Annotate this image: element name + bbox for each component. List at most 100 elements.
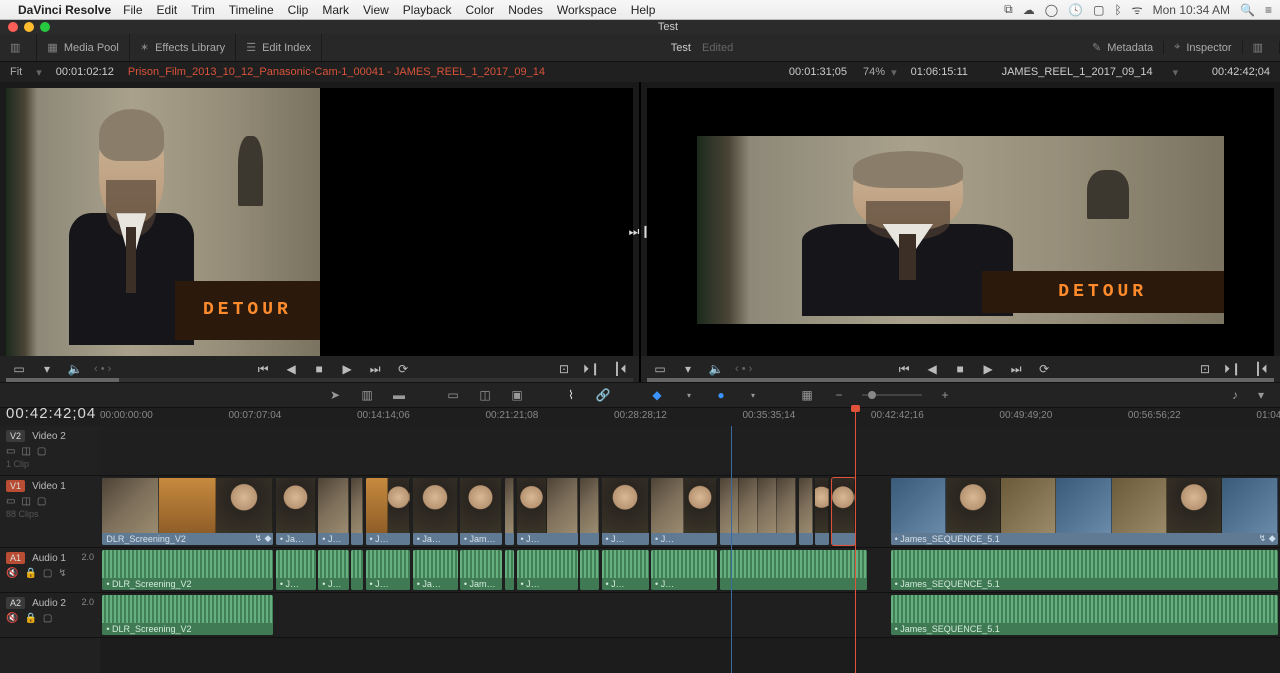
edit-index-tab[interactable]: ☰Edit Index [236,34,322,61]
audio-clip[interactable] [580,550,599,590]
insert-tool[interactable]: ▬ [390,388,408,402]
selection-tool[interactable]: ➤ [326,388,344,402]
marker-dots[interactable]: ‹ • › [94,363,111,375]
lock-icon[interactable]: 🔒 [24,613,36,624]
chevron-down-icon[interactable]: ▾ [38,362,56,376]
loop-button[interactable]: ⟳ [394,362,412,376]
timeline-marker[interactable] [731,426,732,673]
window-minimize-button[interactable] [24,22,34,32]
airplay-icon[interactable]: ▢ [1093,3,1104,17]
visibility-icon[interactable]: ▢ [37,446,46,457]
solo-icon[interactable]: ▢ [43,613,52,624]
video-clip[interactable]: • Ja… [276,478,316,545]
track-badge-a1[interactable]: A1 [6,552,25,564]
timeline-ruler[interactable]: 00:42:42;04 00:00:00:0000:07:07:0400:14:… [0,408,1280,426]
audio-clip[interactable]: • James_SEQUENCE_5.1 [891,595,1278,635]
blade-tool[interactable]: ▥ [358,388,376,402]
audio-clip[interactable] [720,550,868,590]
out-button[interactable]: ┃⏴ [1252,362,1270,377]
link-icon[interactable]: 🔗 [594,388,612,402]
sync-icon[interactable]: ◯ [1045,3,1058,17]
first-frame-button[interactable]: ⏮ [254,362,272,377]
audio-clip[interactable]: • Jam… [460,550,502,590]
wifi-icon[interactable]: ᯤ [1132,1,1143,18]
track-lane-a2[interactable]: • DLR_Screening_V2 • James_SEQUENCE_5.1 [100,593,1280,638]
audio-clip[interactable]: • J… [602,550,649,590]
timeline-options[interactable]: ▦ [798,388,816,402]
timeline-tracks[interactable]: DLR_Screening_V2↯ ◆• Ja…• J…• J…• Ja…• J… [100,426,1280,673]
track-gain-a2[interactable]: 2.0 [81,597,94,607]
source-clip-name[interactable]: Prison_Film_2013_10_12_Panasonic-Cam-1_0… [128,66,545,78]
menu-clip[interactable]: Clip [288,3,309,17]
audio-clip[interactable] [351,550,363,590]
chevron-down-icon[interactable]: ▾ [680,391,698,400]
lock-icon[interactable]: ▭ [6,496,15,507]
audio-clip[interactable]: • J… [651,550,717,590]
track-badge-v2[interactable]: V2 [6,430,25,442]
chevron-down-icon[interactable]: ▾ [36,66,42,79]
clip-effects-icon[interactable]: ↯ ◆ [254,533,271,544]
video-clip[interactable]: • Jam… [460,478,502,545]
menu-icon[interactable]: ≡ [1265,3,1272,17]
append-tool[interactable]: ▭ [444,388,462,402]
solo-icon[interactable]: ▢ [43,568,52,579]
marker-dots[interactable]: ‹ • › [735,363,752,375]
metadata-tab[interactable]: ✎Metadata [1082,41,1164,54]
zoom-out-button[interactable]: − [830,388,848,402]
video-clip[interactable]: • J… [517,478,578,545]
app-name[interactable]: DaVinci Resolve [18,3,111,17]
volume-icon[interactable]: 🔈 [707,362,725,376]
mute-icon[interactable]: 🔇 [6,613,18,624]
marker-blue[interactable]: ● [712,388,730,402]
media-pool-tab[interactable]: ▦Media Pool [37,34,129,61]
video-clip[interactable]: • Ja… [413,478,458,545]
curve-icon[interactable]: ↯ [58,568,66,579]
clip-effects-icon[interactable]: ↯ ◆ [1259,533,1276,544]
volume-icon[interactable]: 🔈 [66,362,84,376]
video-clip[interactable] [580,478,599,545]
window-maximize-button[interactable] [40,22,50,32]
video-clip[interactable]: • J… [602,478,649,545]
menu-nodes[interactable]: Nodes [508,3,543,17]
match-frame-button[interactable]: ⊡ [555,362,573,376]
timeline-current-timecode[interactable]: 00:42:42;04 [6,405,96,422]
program-canvas[interactable]: DETOUR [647,88,1274,356]
auto-select-icon[interactable]: ◫ [21,446,30,457]
program-mode-button[interactable]: ▭ [651,362,669,376]
last-frame-button[interactable]: ⏭ [1007,362,1025,377]
sidebar-toggle[interactable]: ▥ [0,34,37,61]
last-frame-button[interactable]: ⏭ [366,362,384,377]
chevron-down-icon[interactable]: ▾ [744,391,762,400]
linked-selection[interactable]: ⌇ [562,388,580,402]
effects-library-tab[interactable]: ✶Effects Library [130,34,236,61]
window-close-button[interactable] [8,22,18,32]
audio-clip[interactable]: • J… [318,550,349,590]
audio-clip[interactable]: • Ja… [413,550,458,590]
prev-frame-button[interactable]: ◀ [282,362,300,376]
menu-mark[interactable]: Mark [322,3,349,17]
track-lane-v1[interactable]: DLR_Screening_V2↯ ◆• Ja…• J…• J…• Ja…• J… [100,476,1280,548]
chevron-down-icon[interactable]: ▾ [1173,66,1179,79]
inspector-tab[interactable]: ⌖Inspector [1164,41,1242,54]
audio-sync-icon[interactable]: ♪ [1226,388,1244,402]
zoom-in-button[interactable]: + [936,388,954,402]
video-clip[interactable]: • J… [651,478,717,545]
audio-clip[interactable]: • DLR_Screening_V2 [102,595,273,635]
cloud-icon[interactable]: ☁︎ [1023,3,1035,17]
match-frame-button[interactable]: ⊡ [1196,362,1214,376]
track-badge-v1[interactable]: V1 [6,480,25,492]
track-lane-v2[interactable] [100,426,1280,476]
stop-button[interactable]: ■ [951,362,969,376]
menu-workspace[interactable]: Workspace [557,3,617,17]
chevron-down-icon[interactable]: ▾ [1252,388,1270,402]
source-canvas[interactable]: DETOUR [6,88,633,356]
visibility-icon[interactable]: ▢ [37,496,46,507]
loop-button[interactable]: ⟳ [1035,362,1053,376]
program-pos-timecode[interactable]: 01:06:15:11 [911,66,968,78]
fit-dropdown[interactable]: Fit [10,66,22,78]
auto-select-icon[interactable]: ◫ [21,496,30,507]
lock-icon[interactable]: 🔒 [24,568,36,579]
video-clip[interactable] [815,478,829,545]
video-clip[interactable]: • James_SEQUENCE_5.1↯ ◆ [891,478,1278,545]
ripple-tool[interactable]: ◫ [476,388,494,402]
